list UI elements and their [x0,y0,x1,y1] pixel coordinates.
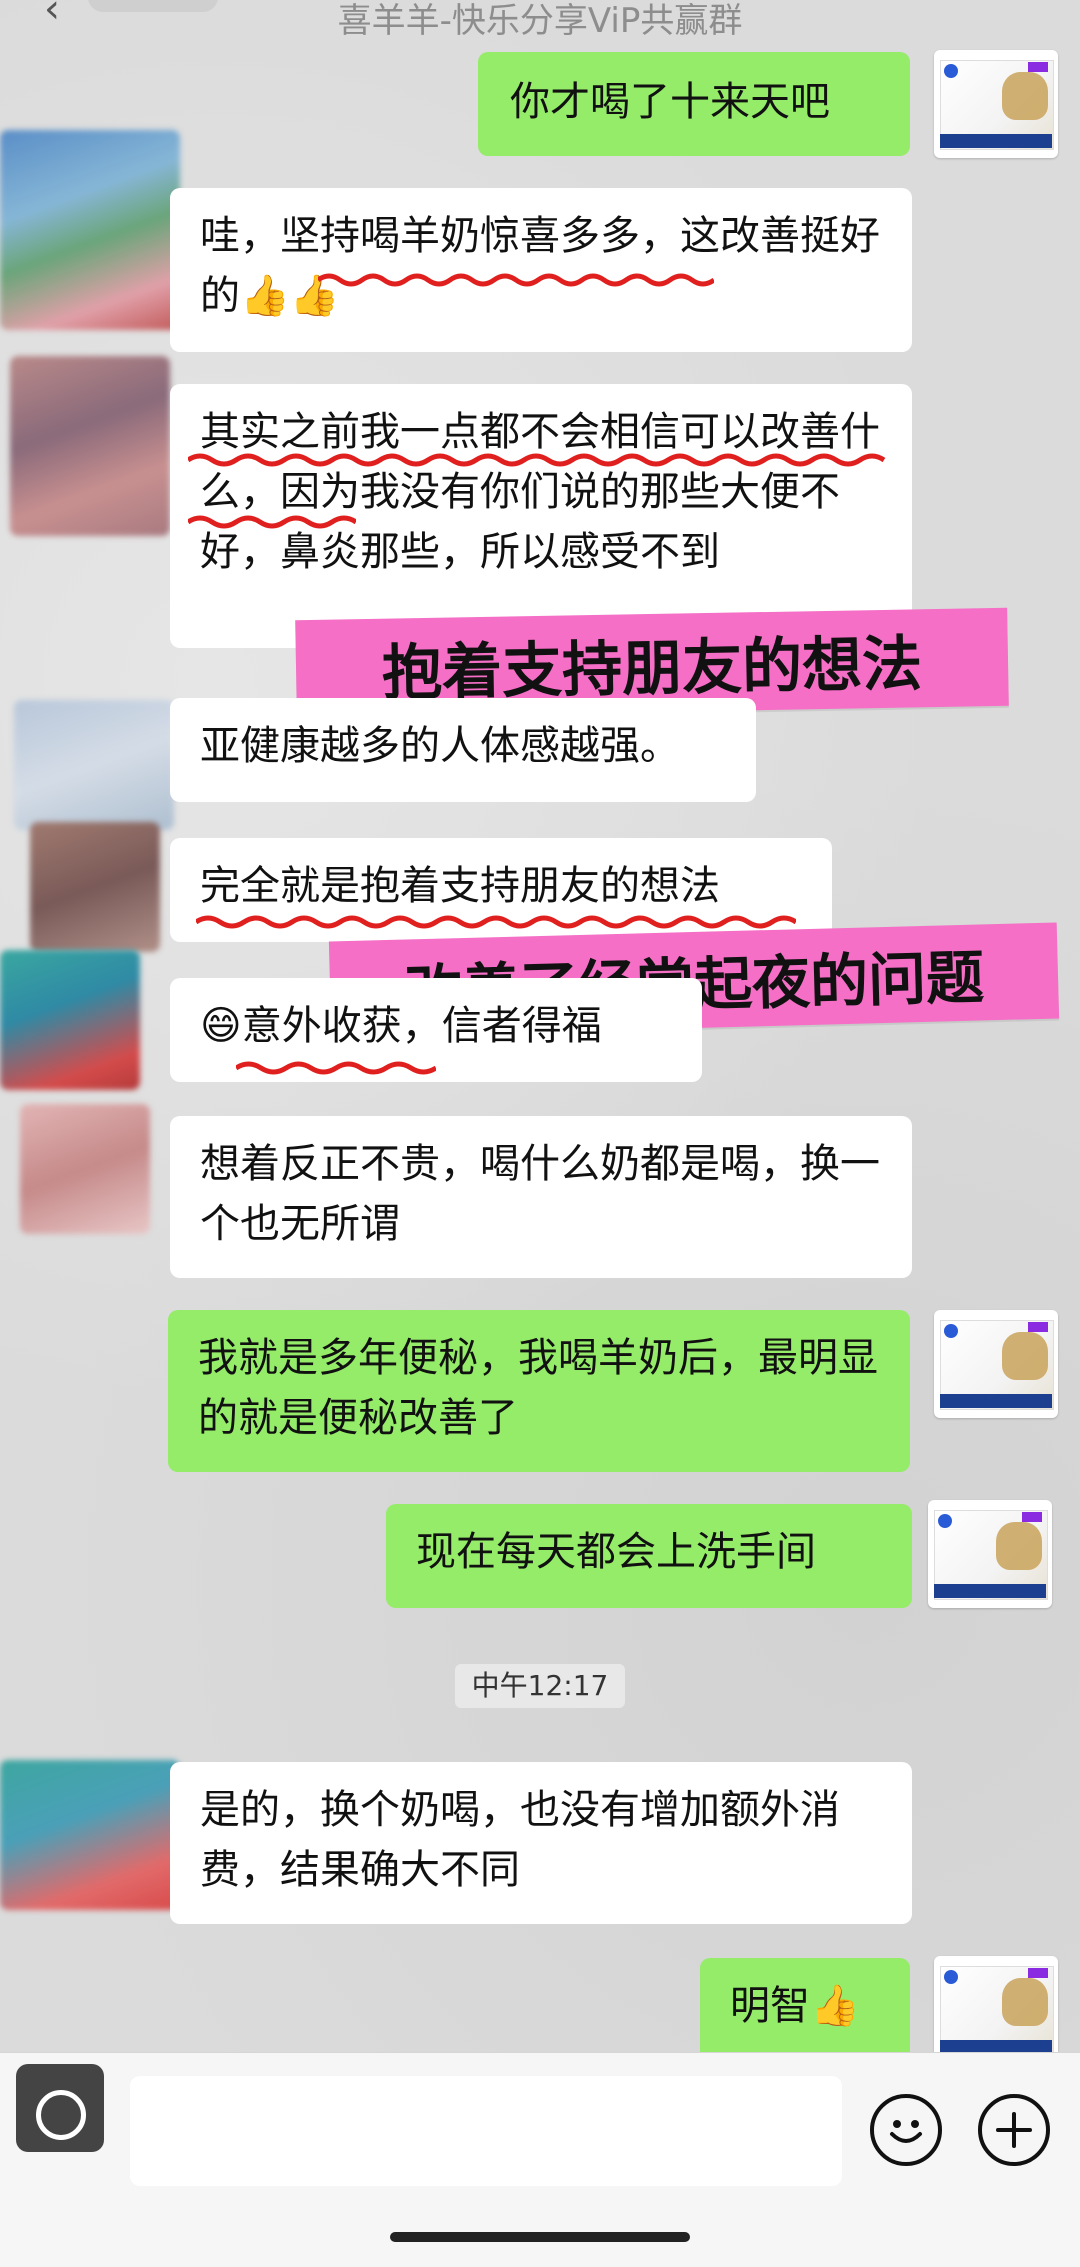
voice-ring-icon [36,2090,86,2140]
avatar[interactable] [0,1760,180,1910]
message-bubble-incoming[interactable]: 想着反正不贵，喝什么奶都是喝，换一个也无所谓 [170,1116,912,1278]
plus-glyph-icon [996,2112,1032,2148]
tag-icon [1022,1512,1042,1522]
avatar[interactable] [934,50,1058,158]
highlight-underline [318,273,714,287]
band-decoration [940,1394,1052,1408]
avatar[interactable] [928,1500,1052,1608]
message-text: 😄意外收获，信者得福 [200,1003,602,1049]
message-bubble-incoming[interactable]: 哇，坚持喝羊奶惊喜多多，这改善挺好的👍👍 [170,188,912,352]
message-text: 你才喝了十来天吧 [510,79,830,125]
avatar[interactable] [30,822,160,952]
message-text: 其实之前我一点都不会相信可以改善什么，因为我没有你们说的那些大便不好，鼻炎那些，… [200,409,880,575]
message-bubble-outgoing[interactable]: 明智👍 [700,1958,910,2062]
message-text: 是的，换个奶喝，也没有增加额外消费，结果确大不同 [200,1787,840,1893]
message-bubble-outgoing[interactable]: 你才喝了十来天吧 [478,52,910,156]
message-input[interactable] [130,2076,842,2186]
highlight-underline [188,453,886,467]
brand-logo-icon [944,1970,958,1984]
emoji-icon[interactable] [870,2094,942,2166]
avatar[interactable] [934,1956,1058,2064]
brand-logo-icon [938,1514,952,1528]
home-indicator [390,2232,690,2242]
highlight-underline [236,1061,436,1075]
goat-icon [1002,1978,1048,2026]
avatar[interactable] [10,356,170,536]
avatar[interactable] [0,950,140,1090]
goat-icon [1002,72,1048,120]
message-text: 完全就是抱着支持朋友的想法 [200,863,720,909]
avatar[interactable] [20,1104,150,1234]
sticker-text: 抱着支持朋友的想法 [381,628,923,709]
message-text: 亚健康越多的人体感越强。 [200,723,680,769]
voice-icon[interactable] [16,2064,104,2152]
title-bar: ‹ 喜羊羊-快乐分享ViP共赢群 [0,0,1080,48]
brand-logo-icon [944,1324,958,1338]
highlight-underline [188,515,356,529]
band-decoration [934,1584,1046,1598]
chat-title: 喜羊羊-快乐分享ViP共赢群 [337,1,743,41]
avatar[interactable] [934,1310,1058,1418]
tag-icon [1028,1968,1048,1978]
avatar[interactable] [0,130,180,330]
message-text: 我就是多年便秘，我喝羊奶后，最明显的就是便秘改善了 [198,1335,878,1441]
brand-logo-icon [944,64,958,78]
highlight-underline [196,915,796,929]
smile-icon [890,2120,922,2143]
message-text: 哇，坚持喝羊奶惊喜多多，这改善挺好的👍👍 [200,213,880,319]
message-bubble-incoming[interactable]: 是的，换个奶喝，也没有增加额外消费，结果确大不同 [170,1762,912,1924]
message-bubble-outgoing[interactable]: 我就是多年便秘，我喝羊奶后，最明显的就是便秘改善了 [168,1310,910,1472]
timestamp: 中午12:17 [455,1664,625,1708]
band-decoration [940,134,1052,148]
avatar[interactable] [14,700,174,830]
tag-icon [1028,62,1048,72]
tag-icon [1028,1322,1048,1332]
plus-icon[interactable] [978,2094,1050,2166]
message-text: 想着反正不贵，喝什么奶都是喝，换一个也无所谓 [200,1141,880,1247]
message-bubble-incoming[interactable]: 亚健康越多的人体感越强。 [170,698,756,802]
goat-icon [1002,1332,1048,1380]
message-text: 明智👍 [730,1983,860,2029]
message-text: 现在每天都会上洗手间 [416,1529,816,1575]
message-bubble-outgoing[interactable]: 现在每天都会上洗手间 [386,1504,912,1608]
goat-icon [996,1522,1042,1570]
